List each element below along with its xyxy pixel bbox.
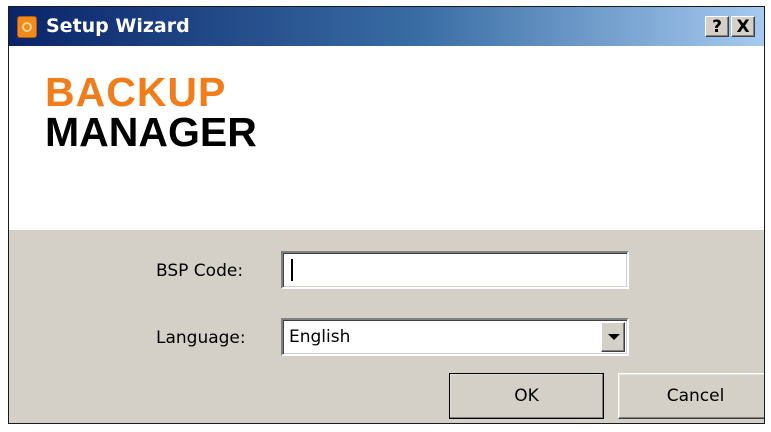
logo-banner: BACKUP MANAGER [9, 46, 764, 230]
language-select[interactable]: English [281, 318, 629, 356]
cancel-button[interactable]: Cancel [618, 373, 764, 419]
close-button[interactable]: X [731, 16, 755, 37]
app-icon [17, 16, 37, 38]
bsp-code-input[interactable] [281, 251, 629, 289]
bsp-code-label: BSP Code: [156, 261, 244, 281]
text-caret [291, 259, 293, 281]
setup-wizard-window: Setup Wizard ? X BACKUP MANAGER BSP Code… [8, 6, 765, 424]
language-selected-value: English [289, 327, 351, 347]
window-title: Setup Wizard [46, 15, 190, 37]
ok-button[interactable]: OK [449, 373, 604, 419]
logo-manager-text: MANAGER [45, 109, 257, 155]
chevron-down-icon[interactable] [601, 322, 625, 352]
title-bar[interactable]: Setup Wizard ? X [9, 7, 764, 46]
logo-backup-text: BACKUP [45, 69, 227, 115]
language-label: Language: [156, 328, 246, 348]
help-button[interactable]: ? [705, 16, 729, 37]
